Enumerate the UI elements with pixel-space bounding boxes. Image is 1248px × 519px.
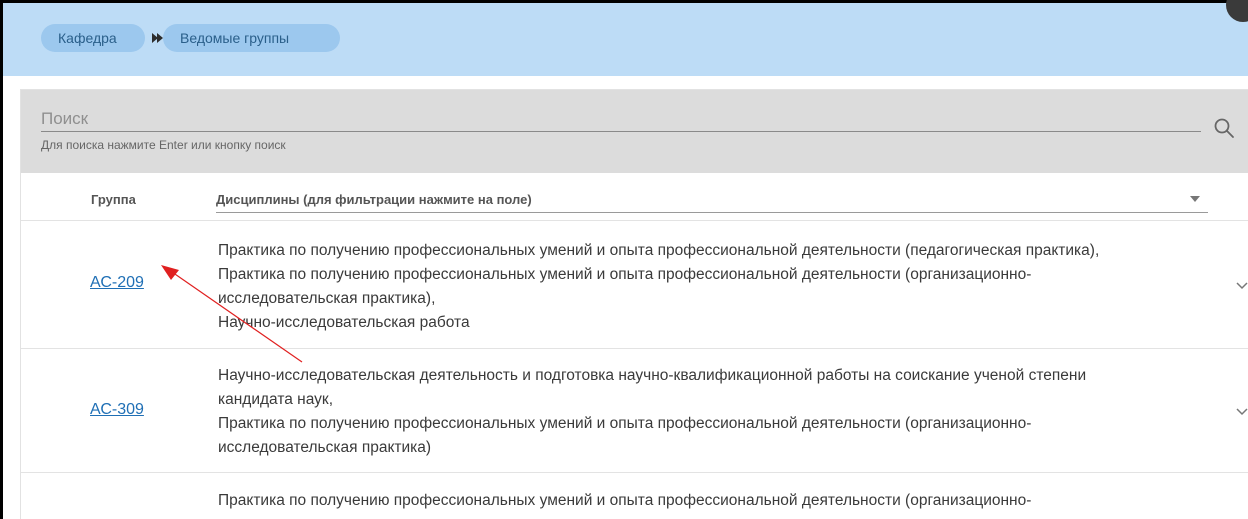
disciplines-cell: Практика по получению профессиональных у… [218, 489, 1193, 513]
breadcrumb-bar: Кафедра Ведомые группы [3, 3, 1248, 76]
discipline-line: исследовательская практика), [218, 290, 436, 307]
search-icon[interactable] [1212, 116, 1236, 140]
table-row: АС-209 Практика по получению профессиона… [21, 221, 1248, 349]
column-header-group: Группа [91, 192, 136, 207]
disciplines-filter-label: Дисциплины (для фильтрации нажмите на по… [216, 192, 532, 207]
discipline-line: Научно-исследовательская деятельность и … [218, 367, 1087, 384]
discipline-line: кандидата наук, [218, 391, 334, 408]
discipline-line: Практика по получению профессиональных у… [218, 415, 1032, 432]
chevron-down-icon[interactable] [1235, 405, 1248, 419]
disciplines-cell: Практика по получению профессиональных у… [218, 239, 1193, 335]
screen-frame-left [0, 0, 3, 519]
table-header: Группа Дисциплины (для фильтрации нажмит… [21, 173, 1248, 221]
discipline-line: Практика по получению профессиональных у… [218, 242, 1100, 259]
breadcrumb-item-groups[interactable]: Ведомые группы [163, 24, 340, 52]
discipline-line: Практика по получению профессиональных у… [218, 266, 1032, 283]
chevron-down-icon[interactable] [1235, 279, 1248, 293]
group-link[interactable]: АС-309 [90, 401, 144, 419]
triangle-down-icon [1190, 196, 1200, 202]
discipline-line: Практика по получению профессиональных у… [218, 492, 1032, 509]
search-area: Для поиска нажмите Enter или кнопку поис… [21, 90, 1248, 173]
disciplines-cell: Научно-исследовательская деятельность и … [218, 364, 1193, 460]
group-link[interactable]: АС-209 [90, 274, 144, 292]
search-input[interactable] [41, 106, 1201, 132]
disciplines-filter-select[interactable]: Дисциплины (для фильтрации нажмите на по… [216, 183, 1208, 213]
table-row: Практика по получению профессиональных у… [21, 473, 1248, 519]
discipline-line: Научно-исследовательская работа [218, 314, 470, 331]
table-row: АС-309 Научно-исследовательская деятельн… [21, 349, 1248, 473]
search-hint: Для поиска нажмите Enter или кнопку поис… [41, 138, 286, 152]
discipline-line: исследовательская практика) [218, 439, 432, 456]
breadcrumb-item-department[interactable]: Кафедра [41, 24, 145, 52]
groups-panel: Для поиска нажмите Enter или кнопку поис… [20, 89, 1248, 519]
